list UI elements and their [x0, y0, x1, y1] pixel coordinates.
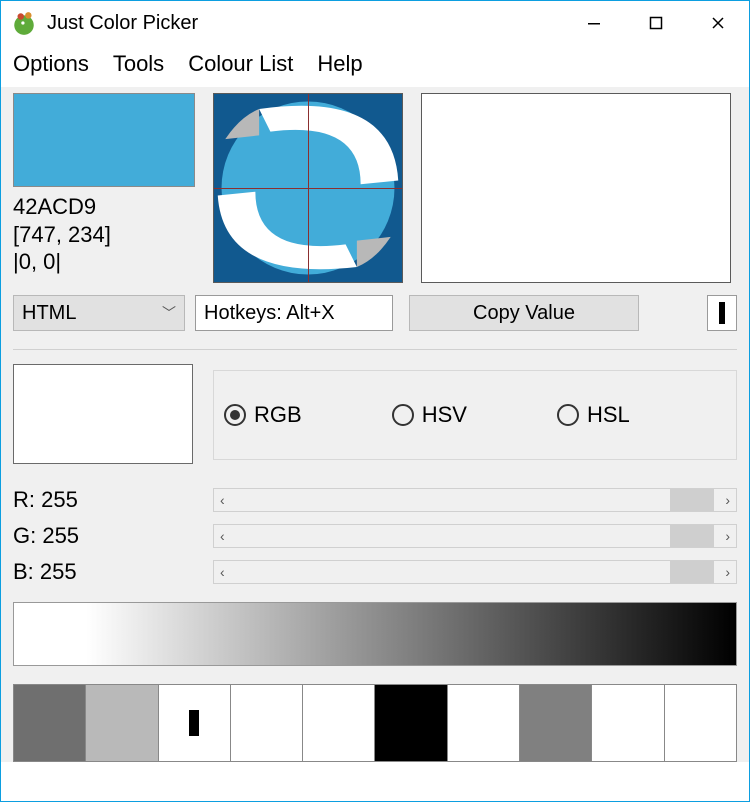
slider-r-track[interactable]: ‹ › [213, 488, 737, 512]
edit-color-swatch[interactable] [13, 364, 193, 464]
arrow-left-icon: ‹ [220, 492, 225, 508]
palette-cell[interactable] [448, 685, 520, 761]
palette-row [13, 684, 737, 762]
format-value: HTML [22, 302, 76, 325]
hex-value: 42ACD9 [13, 193, 195, 221]
slider-g-thumb[interactable] [670, 525, 714, 547]
slider-r-thumb[interactable] [670, 489, 714, 511]
palette-cell[interactable] [231, 685, 303, 761]
menu-tools[interactable]: Tools [113, 51, 164, 77]
slider-g-track[interactable]: ‹ › [213, 524, 737, 548]
palette-cell[interactable] [159, 685, 231, 761]
radio-hsl-label: HSL [587, 402, 630, 428]
palette-cell[interactable] [13, 685, 86, 761]
slider-b-label: B: 255 [13, 559, 213, 585]
slider-b-track[interactable]: ‹ › [213, 560, 737, 584]
palette-cell[interactable] [375, 685, 447, 761]
arrow-left-icon: ‹ [220, 564, 225, 580]
window-title: Just Color Picker [47, 12, 563, 35]
palette-cell[interactable] [520, 685, 592, 761]
gradient-strip[interactable] [13, 602, 737, 666]
palette-cell[interactable] [303, 685, 375, 761]
content-area: 42ACD9 [747, 234] |0, 0| HTML ﹀ Hotkeys [1, 87, 749, 762]
radio-hsl[interactable]: HSL [557, 402, 630, 428]
picked-color-readout: 42ACD9 [747, 234] |0, 0| [13, 193, 195, 276]
radio-hsv-label: HSV [422, 402, 467, 428]
arrow-left-icon: ‹ [220, 528, 225, 544]
arrow-right-icon: › [725, 492, 730, 508]
colour-list-panel[interactable] [421, 93, 731, 283]
point-sample-swatch[interactable] [707, 295, 737, 331]
picked-color-column: 42ACD9 [747, 234] |0, 0| [13, 93, 195, 283]
arrow-right-icon: › [725, 564, 730, 580]
slider-b: B: 255 ‹ › [13, 554, 737, 590]
radio-rgb-label: RGB [254, 402, 302, 428]
radio-icon [392, 404, 414, 426]
menu-help[interactable]: Help [317, 51, 362, 77]
slider-r: R: 255 ‹ › [13, 482, 737, 518]
palette-marker-icon [189, 710, 199, 736]
radio-icon [557, 404, 579, 426]
menu-options[interactable]: Options [13, 51, 89, 77]
minimize-button[interactable] [563, 1, 625, 45]
color-model-group: RGB HSV HSL [213, 370, 737, 460]
hotkeys-field[interactable]: Hotkeys: Alt+X [195, 295, 393, 331]
controls-row: HTML ﹀ Hotkeys: Alt+X Copy Value [13, 295, 737, 331]
top-row: 42ACD9 [747, 234] |0, 0| [13, 87, 737, 283]
menu-bar: Options Tools Colour List Help [1, 45, 749, 87]
screen-coords: [747, 234] [13, 221, 195, 249]
title-bar: Just Color Picker [1, 1, 749, 45]
close-button[interactable] [687, 1, 749, 45]
radio-icon [224, 404, 246, 426]
palette-cell[interactable] [665, 685, 737, 761]
hotkeys-text: Hotkeys: Alt+X [204, 302, 335, 325]
point-sample-icon [719, 302, 725, 324]
edit-row: RGB HSV HSL [13, 364, 737, 464]
radio-hsv[interactable]: HSV [392, 402, 467, 428]
maximize-button[interactable] [625, 1, 687, 45]
app-icon [11, 10, 37, 36]
slider-r-label: R: 255 [13, 487, 213, 513]
radio-rgb[interactable]: RGB [224, 402, 302, 428]
menu-colour-list[interactable]: Colour List [188, 51, 293, 77]
slider-g: G: 255 ‹ › [13, 518, 737, 554]
chevron-down-icon: ﹀ [162, 303, 176, 323]
palette-cell[interactable] [592, 685, 664, 761]
magnifier-view [213, 93, 403, 283]
palette-cell[interactable] [86, 685, 158, 761]
format-dropdown[interactable]: HTML ﹀ [13, 295, 185, 331]
arrow-right-icon: › [725, 528, 730, 544]
crosshair-vertical [308, 94, 309, 282]
offset-value: |0, 0| [13, 248, 195, 276]
slider-g-label: G: 255 [13, 523, 213, 549]
copy-value-label: Copy Value [473, 302, 575, 325]
slider-b-thumb[interactable] [670, 561, 714, 583]
channel-sliders: R: 255 ‹ › G: 255 ‹ › B: 255 ‹ › [13, 482, 737, 590]
divider [13, 349, 737, 350]
copy-value-button[interactable]: Copy Value [409, 295, 639, 331]
picked-color-swatch [13, 93, 195, 187]
